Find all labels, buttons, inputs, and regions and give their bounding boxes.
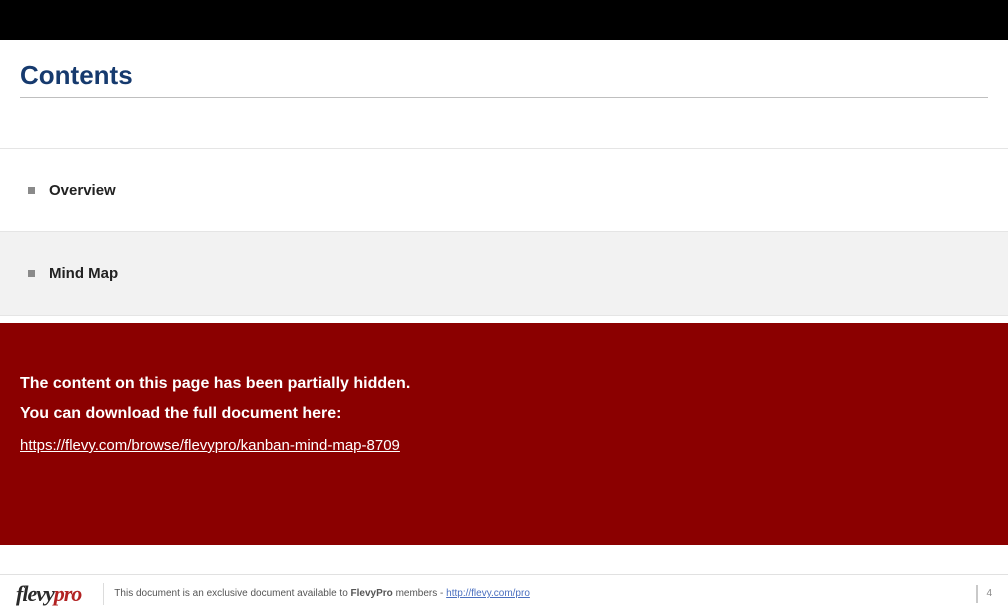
footer-separator	[103, 583, 104, 605]
bullet-icon	[28, 270, 35, 277]
section-mindmap: Mind Map	[0, 232, 1008, 316]
download-link[interactable]: https://flevy.com/browse/flevypro/kanban…	[20, 437, 400, 454]
footer-text: This document is an exclusive document a…	[114, 588, 530, 599]
footer-link[interactable]: http://flevy.com/pro	[446, 588, 530, 599]
page-number-separator	[976, 585, 978, 603]
title-underline	[20, 97, 988, 98]
overlay-line1: The content on this page has been partia…	[20, 375, 988, 393]
footer-text-prefix: This document is an exclusive document a…	[114, 588, 350, 599]
footer-text-bold: FlevyPro	[351, 588, 393, 599]
overlay-line2: You can download the full document here:	[20, 405, 988, 423]
brand-pro: pro	[54, 581, 82, 607]
page-number: 4	[986, 588, 992, 599]
section-overview-label: Overview	[49, 182, 116, 199]
section-mindmap-label: Mind Map	[49, 265, 118, 282]
footer: flevypro This document is an exclusive d…	[0, 574, 1008, 612]
section-overview: Overview	[0, 148, 1008, 232]
brand-logo: flevypro	[16, 581, 81, 607]
page-title: Contents	[20, 60, 988, 91]
contents-sections: Overview Mind Map	[0, 148, 1008, 316]
bullet-icon	[28, 187, 35, 194]
hidden-content-overlay: The content on this page has been partia…	[0, 323, 1008, 545]
page-number-area: 4	[976, 585, 992, 603]
brand-flevy: flevy	[16, 581, 54, 607]
top-black-bar	[0, 0, 1008, 40]
title-area: Contents	[0, 40, 1008, 108]
footer-text-mid: members -	[393, 588, 446, 599]
